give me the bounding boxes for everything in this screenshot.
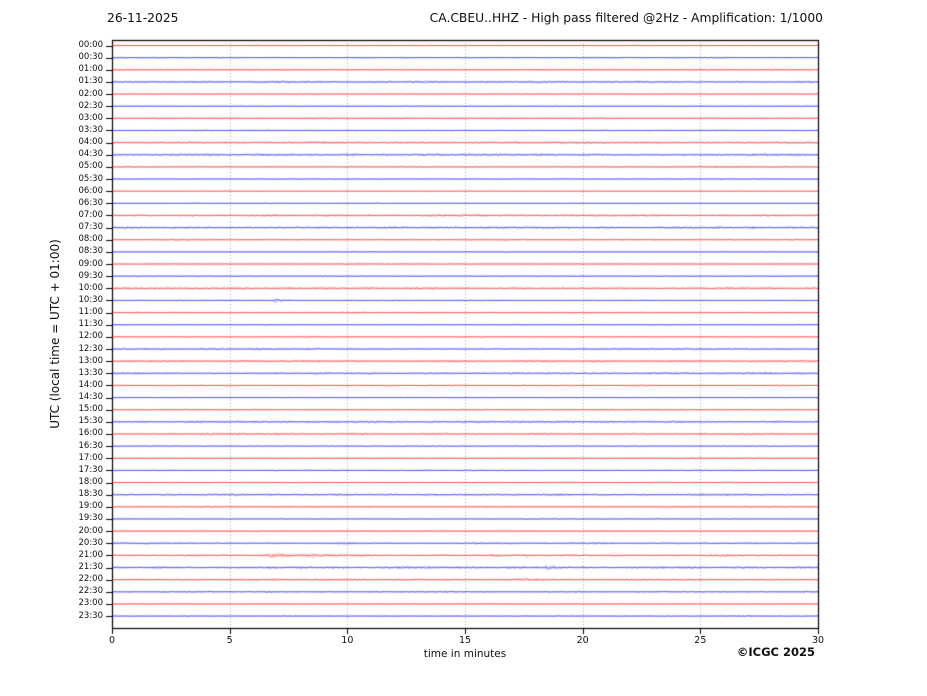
y-tick-label: 10:30 xyxy=(0,296,103,305)
y-tick-label: 07:30 xyxy=(0,223,103,232)
y-tick-label: 10:00 xyxy=(0,284,103,293)
y-tick-label: 15:30 xyxy=(0,417,103,426)
y-tick-label: 23:30 xyxy=(0,612,103,621)
y-tick-label: 18:00 xyxy=(0,478,103,487)
y-tick-label: 14:00 xyxy=(0,381,103,390)
y-tick-label: 18:30 xyxy=(0,490,103,499)
x-tick-label: 20 xyxy=(563,636,603,646)
x-axis-label: time in minutes xyxy=(112,648,818,660)
x-tick-label: 15 xyxy=(445,636,485,646)
y-tick-label: 02:00 xyxy=(0,90,103,99)
y-tick-label: 03:30 xyxy=(0,126,103,135)
y-tick-label: 06:00 xyxy=(0,187,103,196)
y-tick-label: 14:30 xyxy=(0,393,103,402)
y-tick-label: 09:00 xyxy=(0,260,103,269)
y-tick-label: 15:00 xyxy=(0,405,103,414)
y-tick-label: 19:30 xyxy=(0,514,103,523)
x-tick-label: 10 xyxy=(327,636,367,646)
x-tick-label: 5 xyxy=(210,636,250,646)
helicorder-figure: 26-11-2025 CA.CBEU..HHZ - High pass filt… xyxy=(0,0,927,696)
y-tick-label: 09:30 xyxy=(0,272,103,281)
y-tick-label: 20:00 xyxy=(0,527,103,536)
y-tick-label: 12:00 xyxy=(0,332,103,341)
y-tick-label: 01:00 xyxy=(0,65,103,74)
y-tick-label: 17:00 xyxy=(0,454,103,463)
y-tick-label: 05:30 xyxy=(0,175,103,184)
y-tick-label: 16:00 xyxy=(0,429,103,438)
y-tick-label: 01:30 xyxy=(0,77,103,86)
y-tick-label: 04:30 xyxy=(0,150,103,159)
y-tick-label: 11:30 xyxy=(0,320,103,329)
y-tick-label: 13:00 xyxy=(0,357,103,366)
y-tick-label: 22:00 xyxy=(0,575,103,584)
copyright-label: ©ICGC 2025 xyxy=(737,645,815,659)
y-tick-label: 08:00 xyxy=(0,235,103,244)
y-tick-label: 06:30 xyxy=(0,199,103,208)
y-tick-label: 21:30 xyxy=(0,563,103,572)
y-tick-label: 07:00 xyxy=(0,211,103,220)
y-tick-label: 13:30 xyxy=(0,369,103,378)
seismogram-canvas xyxy=(0,0,927,696)
y-tick-label: 03:00 xyxy=(0,114,103,123)
y-tick-label: 20:30 xyxy=(0,539,103,548)
y-tick-label: 16:30 xyxy=(0,442,103,451)
y-tick-label: 21:00 xyxy=(0,551,103,560)
x-tick-label: 25 xyxy=(680,636,720,646)
y-tick-label: 02:30 xyxy=(0,102,103,111)
y-tick-label: 05:00 xyxy=(0,162,103,171)
y-tick-label: 08:30 xyxy=(0,247,103,256)
y-tick-label: 00:30 xyxy=(0,53,103,62)
y-tick-label: 00:00 xyxy=(0,41,103,50)
y-tick-label: 22:30 xyxy=(0,587,103,596)
y-tick-label: 23:00 xyxy=(0,599,103,608)
y-tick-label: 12:30 xyxy=(0,345,103,354)
y-tick-label: 17:30 xyxy=(0,466,103,475)
y-tick-label: 04:00 xyxy=(0,138,103,147)
x-tick-label: 0 xyxy=(92,636,132,646)
y-tick-label: 19:00 xyxy=(0,502,103,511)
y-tick-label: 11:00 xyxy=(0,308,103,317)
